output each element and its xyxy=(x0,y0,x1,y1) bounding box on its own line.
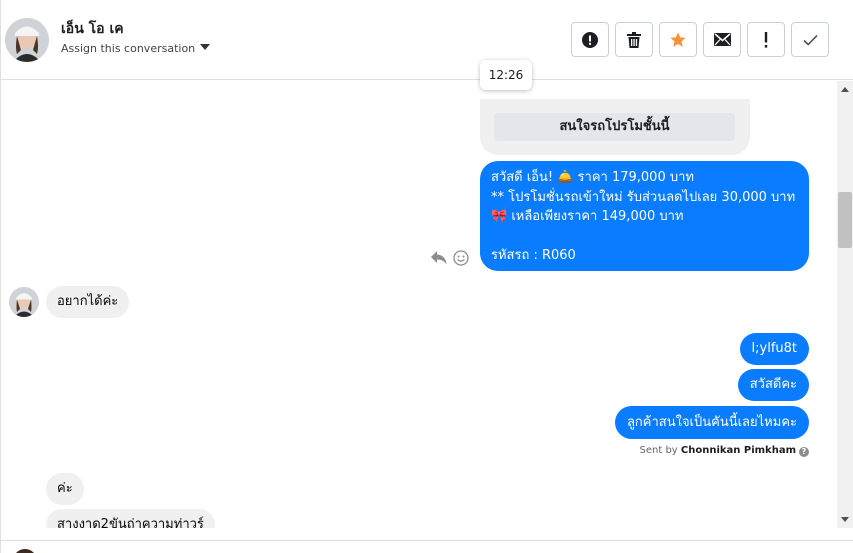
trash-icon xyxy=(627,31,641,48)
sent-by-label: Sent by Chonnikan Pimkham? xyxy=(639,445,809,457)
message-list[interactable]: สนใจรถโปรโมชั้นนี้ สวัสดี เอ็น! 🛎️ ราคา … xyxy=(1,81,837,528)
mark-done-button[interactable] xyxy=(791,22,829,57)
exclamation-icon xyxy=(764,31,768,48)
alert-circle-icon xyxy=(582,31,598,48)
reply-icon[interactable] xyxy=(431,251,447,265)
mark-important-button[interactable] xyxy=(747,22,785,57)
conversation-header: เอ็น โอ เค Assign this conversation xyxy=(1,0,853,80)
info-icon[interactable]: ? xyxy=(799,447,809,457)
message-actions xyxy=(431,250,469,266)
outgoing-message[interactable]: ลูกค้าสนใจเป็นคันนี้เลยไหมคะ xyxy=(614,406,809,439)
promo-line: ** โปรโมชั่นรถเข้าใหม่ รับส่วนลดไปเลย 30… xyxy=(491,189,796,205)
card-postback-button[interactable]: สนใจรถโปรโมชั้นนี้ xyxy=(494,113,735,141)
reply-composer[interactable] xyxy=(1,540,853,553)
assign-conversation-dropdown[interactable]: Assign this conversation xyxy=(61,42,211,55)
promo-line xyxy=(491,227,798,247)
star-icon xyxy=(670,32,686,47)
promo-line: 🎀 เหลือเพียงราคา 149,000 บาท xyxy=(491,209,684,224)
conversation-toolbar xyxy=(571,22,829,57)
sent-by-prefix: Sent by xyxy=(639,445,678,456)
assign-label: Assign this conversation xyxy=(61,42,196,55)
incoming-message[interactable]: อยากได้ค่ะ xyxy=(46,286,130,318)
mark-unread-button[interactable] xyxy=(703,22,741,57)
contact-avatar-small xyxy=(9,287,39,317)
contact-name: เอ็น โอ เค xyxy=(61,21,124,37)
emoji-reaction-icon[interactable] xyxy=(453,250,469,266)
delete-button[interactable] xyxy=(615,22,653,57)
promo-line: รหัสรถ : R060 xyxy=(491,248,576,263)
checkmark-icon xyxy=(802,34,818,46)
outgoing-message[interactable]: l;ylfu8t xyxy=(739,333,809,365)
mark-spam-button[interactable] xyxy=(571,22,609,57)
scrollbar-thumb[interactable] xyxy=(838,192,852,248)
agent-avatar xyxy=(13,549,37,553)
sent-by-name: Chonnikan Pimkham xyxy=(680,445,796,456)
incoming-message[interactable]: ค่ะ xyxy=(46,473,84,505)
timestamp-tooltip: 12:26 xyxy=(480,60,532,90)
envelope-icon xyxy=(713,33,731,46)
caret-down-icon xyxy=(200,44,211,50)
message-scrollbar[interactable] xyxy=(837,81,853,528)
promo-line: สวัสดี เอ็น! 🛎️ ราคา 179,000 บาท xyxy=(491,170,694,185)
promo-message-bubble[interactable]: สวัสดี เอ็น! 🛎️ ราคา 179,000 บาท ** โปรโ… xyxy=(480,161,809,271)
outgoing-message[interactable]: สวัสดีคะ xyxy=(737,369,809,401)
template-card: สนใจรถโปรโมชั้นนี้ xyxy=(480,99,750,155)
conversation-panel: เอ็น โอ เค Assign this conversation สนใจ… xyxy=(0,0,853,553)
contact-avatar[interactable] xyxy=(5,18,49,62)
star-button[interactable] xyxy=(659,22,697,57)
incoming-message[interactable]: สางงาด2ขันถ่าความท่าวร์ xyxy=(46,509,215,528)
scroll-down-arrow-icon[interactable] xyxy=(841,517,849,522)
scroll-up-arrow-icon[interactable] xyxy=(841,87,849,92)
